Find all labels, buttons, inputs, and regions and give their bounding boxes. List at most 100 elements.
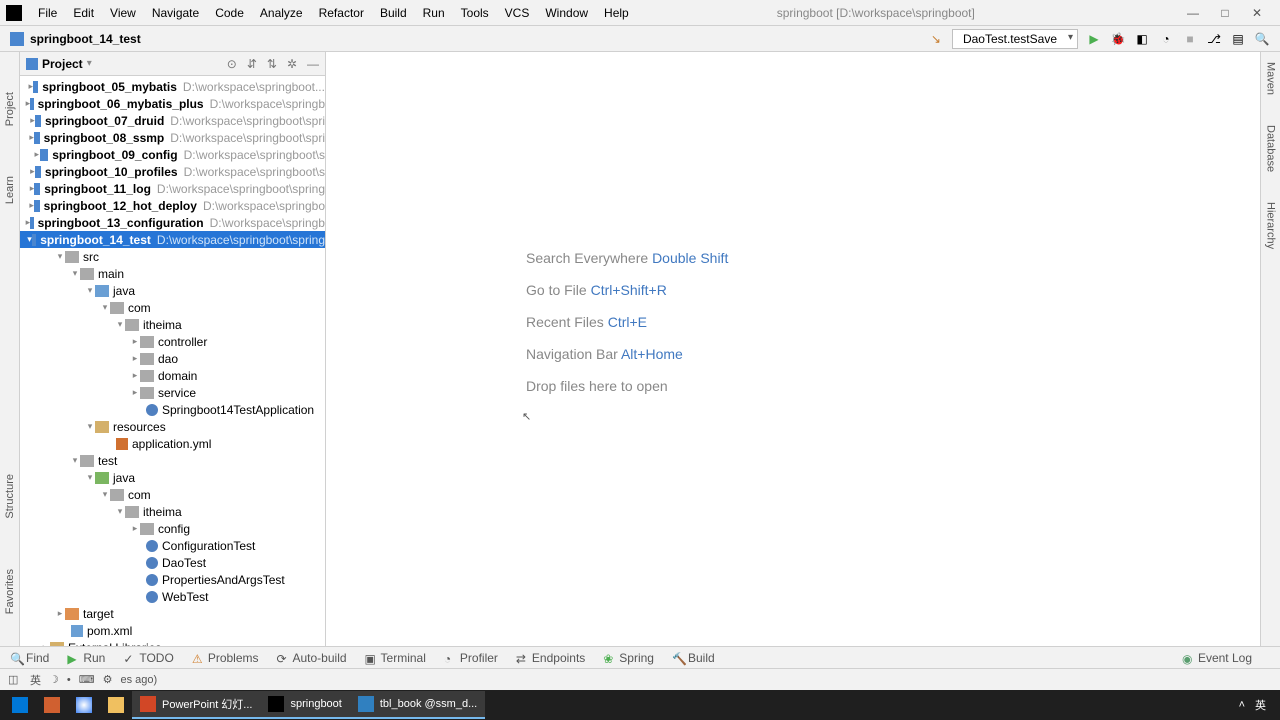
bottom-find[interactable]: 🔍Find [10,651,49,665]
run-button[interactable]: ▶ [1086,31,1102,47]
tray-up-icon[interactable]: ˄ [1239,699,1245,711]
itheima-folder[interactable]: itheima [20,316,325,333]
resources-folder[interactable]: resources [20,418,325,435]
menu-view[interactable]: View [102,2,144,24]
editor-area[interactable]: Search Everywhere Double Shift Go to Fil… [326,52,1260,646]
app-class[interactable]: Springboot14TestApplication [20,401,325,418]
module-row[interactable]: springboot_12_hot_deployD:\workspace\spr… [20,197,325,214]
ime-indicator[interactable]: 英 [1255,697,1266,713]
921-folder[interactable]: com [20,299,325,316]
external-libraries[interactable]: External Libraries [20,639,325,646]
menu-file[interactable]: File [30,2,65,24]
stop-button[interactable]: ■ [1182,31,1198,47]
test-class[interactable]: DaoTest [20,554,325,571]
target-folder[interactable]: target [20,605,325,622]
module-row[interactable]: springboot_05_mybatisD:\workspace\spring… [20,78,325,95]
service-folder[interactable]: service [20,384,325,401]
menu-code[interactable]: Code [207,2,252,24]
status-icon[interactable]: ◫ [8,673,22,687]
collapse-icon[interactable]: ⇅ [267,57,277,71]
menu-analyze[interactable]: Analyze [252,2,311,24]
bottom-eventlog[interactable]: ◉Event Log [1182,651,1252,665]
task-explorer[interactable] [100,691,132,719]
task-powerpoint[interactable]: PowerPoint 幻灯... [132,691,260,719]
close-button[interactable]: ✕ [1250,6,1264,20]
bottom-autobuild[interactable]: ⟳Auto-build [277,651,347,665]
bottom-build[interactable]: 🔨Build [672,651,715,665]
src-folder[interactable]: src [20,248,325,265]
test-com-folder[interactable]: com [20,486,325,503]
menu-refactor[interactable]: Refactor [311,2,372,24]
module-row[interactable]: springboot_08_ssmpD:\workspace\springboo… [20,129,325,146]
expand-icon[interactable]: ⇵ [247,57,257,71]
project-tree[interactable]: springboot_05_mybatisD:\workspace\spring… [20,76,325,646]
menu-run[interactable]: Run [415,2,453,24]
menu-navigate[interactable]: Navigate [144,2,207,24]
project-header[interactable]: Project ▾ ⊙ ⇵ ⇅ ✲ — [20,52,325,76]
domain-folder[interactable]: domain [20,367,325,384]
test-class[interactable]: WebTest [20,588,325,605]
profile-button[interactable]: ◔ [1158,31,1174,47]
structure-button[interactable]: ▤ [1230,31,1246,47]
gutter-favorites[interactable]: Favorites [4,569,16,614]
module-row-selected[interactable]: springboot_14_testD:\workspace\springboo… [20,231,325,248]
gutter-database[interactable]: Database [1265,125,1277,172]
menu-build[interactable]: Build [372,2,415,24]
menu-tools[interactable]: Tools [453,2,497,24]
hide-icon[interactable]: — [307,57,319,71]
gutter-hierarchy[interactable]: Hierarchy [1265,202,1277,249]
java-folder[interactable]: java [20,282,325,299]
test-itheima-folder[interactable]: itheima [20,503,325,520]
locate-icon[interactable]: ⊙ [227,57,237,71]
test-folder[interactable]: test [20,452,325,469]
gutter-maven[interactable]: Maven [1265,62,1277,95]
moon-icon[interactable]: ☽ [49,673,59,686]
ime-icon[interactable]: 英 [30,672,41,688]
task-generic[interactable] [36,691,68,719]
settings-icon[interactable]: ✲ [287,57,297,71]
task-chrome[interactable] [68,691,100,719]
minimize-button[interactable]: — [1186,6,1200,20]
gutter-learn[interactable]: Learn [4,176,16,204]
module-row[interactable]: springboot_09_configD:\workspace\springb… [20,146,325,163]
bullet-icon[interactable]: • [67,674,71,686]
bottom-todo[interactable]: ✓TODO [123,651,173,665]
keyboard-icon[interactable]: ⌨ [79,673,95,686]
controller-folder[interactable]: controller [20,333,325,350]
menu-window[interactable]: Window [537,2,596,24]
bottom-problems[interactable]: ⚠Problems [192,651,259,665]
build-icon[interactable]: ↘ [928,31,944,47]
module-row[interactable]: springboot_07_druidD:\workspace\springbo… [20,112,325,129]
module-row[interactable]: springboot_10_profilesD:\workspace\sprin… [20,163,325,180]
test-java-folder[interactable]: java [20,469,325,486]
bottom-profiler[interactable]: ◔Profiler [444,651,498,665]
task-intellij[interactable]: springboot [260,691,349,719]
dao-folder[interactable]: dao [20,350,325,367]
start-button[interactable] [4,691,36,719]
maximize-button[interactable]: □ [1218,6,1232,20]
debug-button[interactable]: 🐞 [1110,31,1126,47]
test-class[interactable]: PropertiesAndArgsTest [20,571,325,588]
module-row[interactable]: springboot_13_configurationD:\workspace\… [20,214,325,231]
bottom-run[interactable]: ▶Run [67,651,105,665]
main-folder[interactable]: main [20,265,325,282]
bottom-spring[interactable]: ❀Spring [603,651,654,665]
git-button[interactable]: ⎇ [1206,31,1222,47]
menu-help[interactable]: Help [596,2,637,24]
breadcrumb[interactable]: springboot_14_test [30,32,141,46]
pom-file[interactable]: pom.xml [20,622,325,639]
menu-edit[interactable]: Edit [65,2,102,24]
coverage-button[interactable]: ◧ [1134,31,1150,47]
test-class[interactable]: ConfigurationTest [20,537,325,554]
menu-vcs[interactable]: VCS [497,2,538,24]
gear-icon[interactable]: ⚙ [103,673,113,686]
bottom-endpoints[interactable]: ⇄Endpoints [516,651,585,665]
search-button[interactable]: 🔍 [1254,31,1270,47]
task-db[interactable]: tbl_book @ssm_d... [350,691,485,719]
module-row[interactable]: springboot_11_logD:\workspace\springboot… [20,180,325,197]
gutter-project[interactable]: Project [4,92,16,126]
yml-file[interactable]: application.yml [20,435,325,452]
config-folder[interactable]: config [20,520,325,537]
run-config-selector[interactable]: DaoTest.testSave [952,29,1078,49]
gutter-structure[interactable]: Structure [4,474,16,519]
